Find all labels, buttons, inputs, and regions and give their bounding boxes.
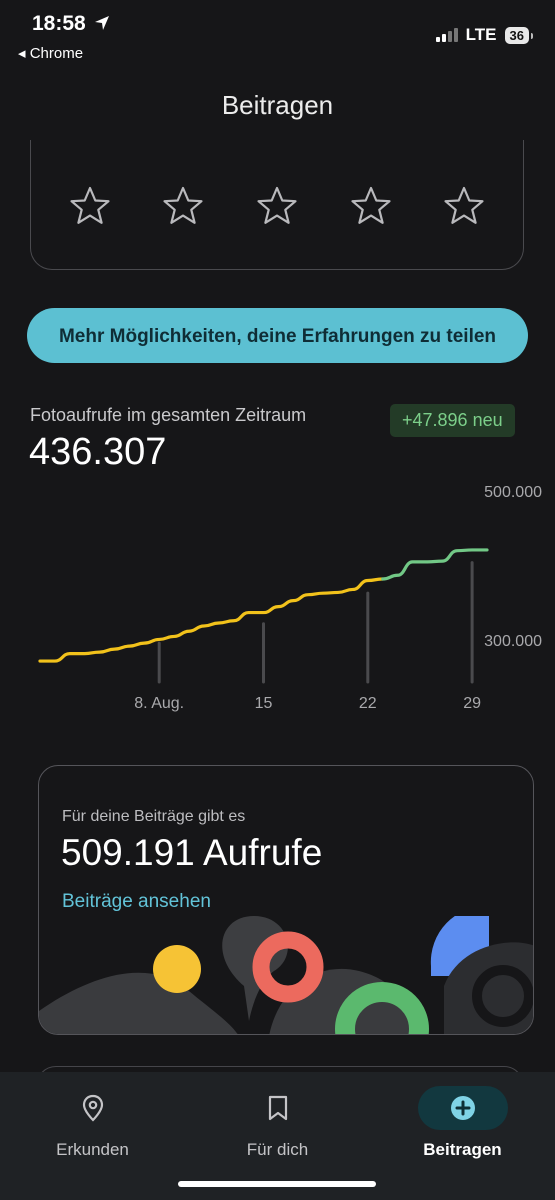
status-time: 18:58: [32, 12, 110, 36]
star-icon[interactable]: [442, 185, 486, 234]
star-icon[interactable]: [68, 185, 112, 234]
nav-item-erkunden[interactable]: Erkunden: [0, 1072, 185, 1160]
back-to-chrome-link[interactable]: ◂ Chrome: [18, 44, 83, 62]
x-tick-label: 15: [255, 695, 273, 712]
battery-icon: 36: [504, 26, 534, 44]
share-experiences-button[interactable]: Mehr Möglichkeiten, deine Erfahrungen zu…: [27, 308, 528, 363]
star-icon[interactable]: [349, 185, 393, 234]
y-tick-label: 500.000: [484, 484, 542, 501]
x-tick-label: 8. Aug.: [134, 695, 184, 712]
red-ring-shape: [252, 931, 324, 1003]
star-icon[interactable]: [161, 185, 205, 234]
star-icon[interactable]: [255, 185, 299, 234]
add-circle-icon: [417, 1086, 508, 1130]
new-views-badge: +47.896 neu: [390, 404, 515, 437]
status-indicators: LTE 36: [435, 25, 534, 45]
nav-label: Für dich: [246, 1140, 309, 1159]
x-tick-label: 29: [463, 695, 481, 712]
bookmark-icon: [233, 1086, 323, 1130]
rating-card: [30, 140, 524, 270]
nav-item-beitragen[interactable]: Beitragen: [370, 1072, 555, 1160]
photo-views-chart: 500.000 300.000 8. Aug. 15 22 29: [38, 484, 542, 712]
contributions-card[interactable]: Für deine Beiträge gibt es 509.191 Aufru…: [38, 765, 534, 1035]
network-label: LTE: [465, 25, 497, 44]
series-line: [38, 577, 385, 663]
page-title: Beitragen: [221, 90, 334, 120]
yellow-circle-shape: [153, 945, 201, 993]
nav-label: Erkunden: [56, 1140, 129, 1159]
nav-item-fuer-dich[interactable]: Für dich: [185, 1072, 370, 1160]
y-tick-label: 300.000: [484, 633, 542, 650]
star-rating: [31, 185, 523, 234]
contributions-views: 509.191 Aufrufe: [61, 832, 323, 873]
photo-views-total: 436.307: [29, 431, 167, 473]
view-contributions-link[interactable]: Beiträge ansehen: [62, 891, 211, 913]
contributions-illustration: [39, 916, 533, 1034]
location-arrow-icon: [94, 16, 109, 30]
photo-views-label: Fotoaufrufe im gesamten Zeitraum: [30, 405, 307, 425]
x-tick-label: 22: [359, 695, 377, 712]
signal-icon: [435, 28, 458, 42]
nav-label: Beitragen: [423, 1140, 502, 1159]
contributions-subtitle: Für deine Beiträge gibt es: [62, 808, 246, 825]
home-indicator: [178, 1181, 376, 1187]
location-pin-icon: [48, 1086, 138, 1130]
